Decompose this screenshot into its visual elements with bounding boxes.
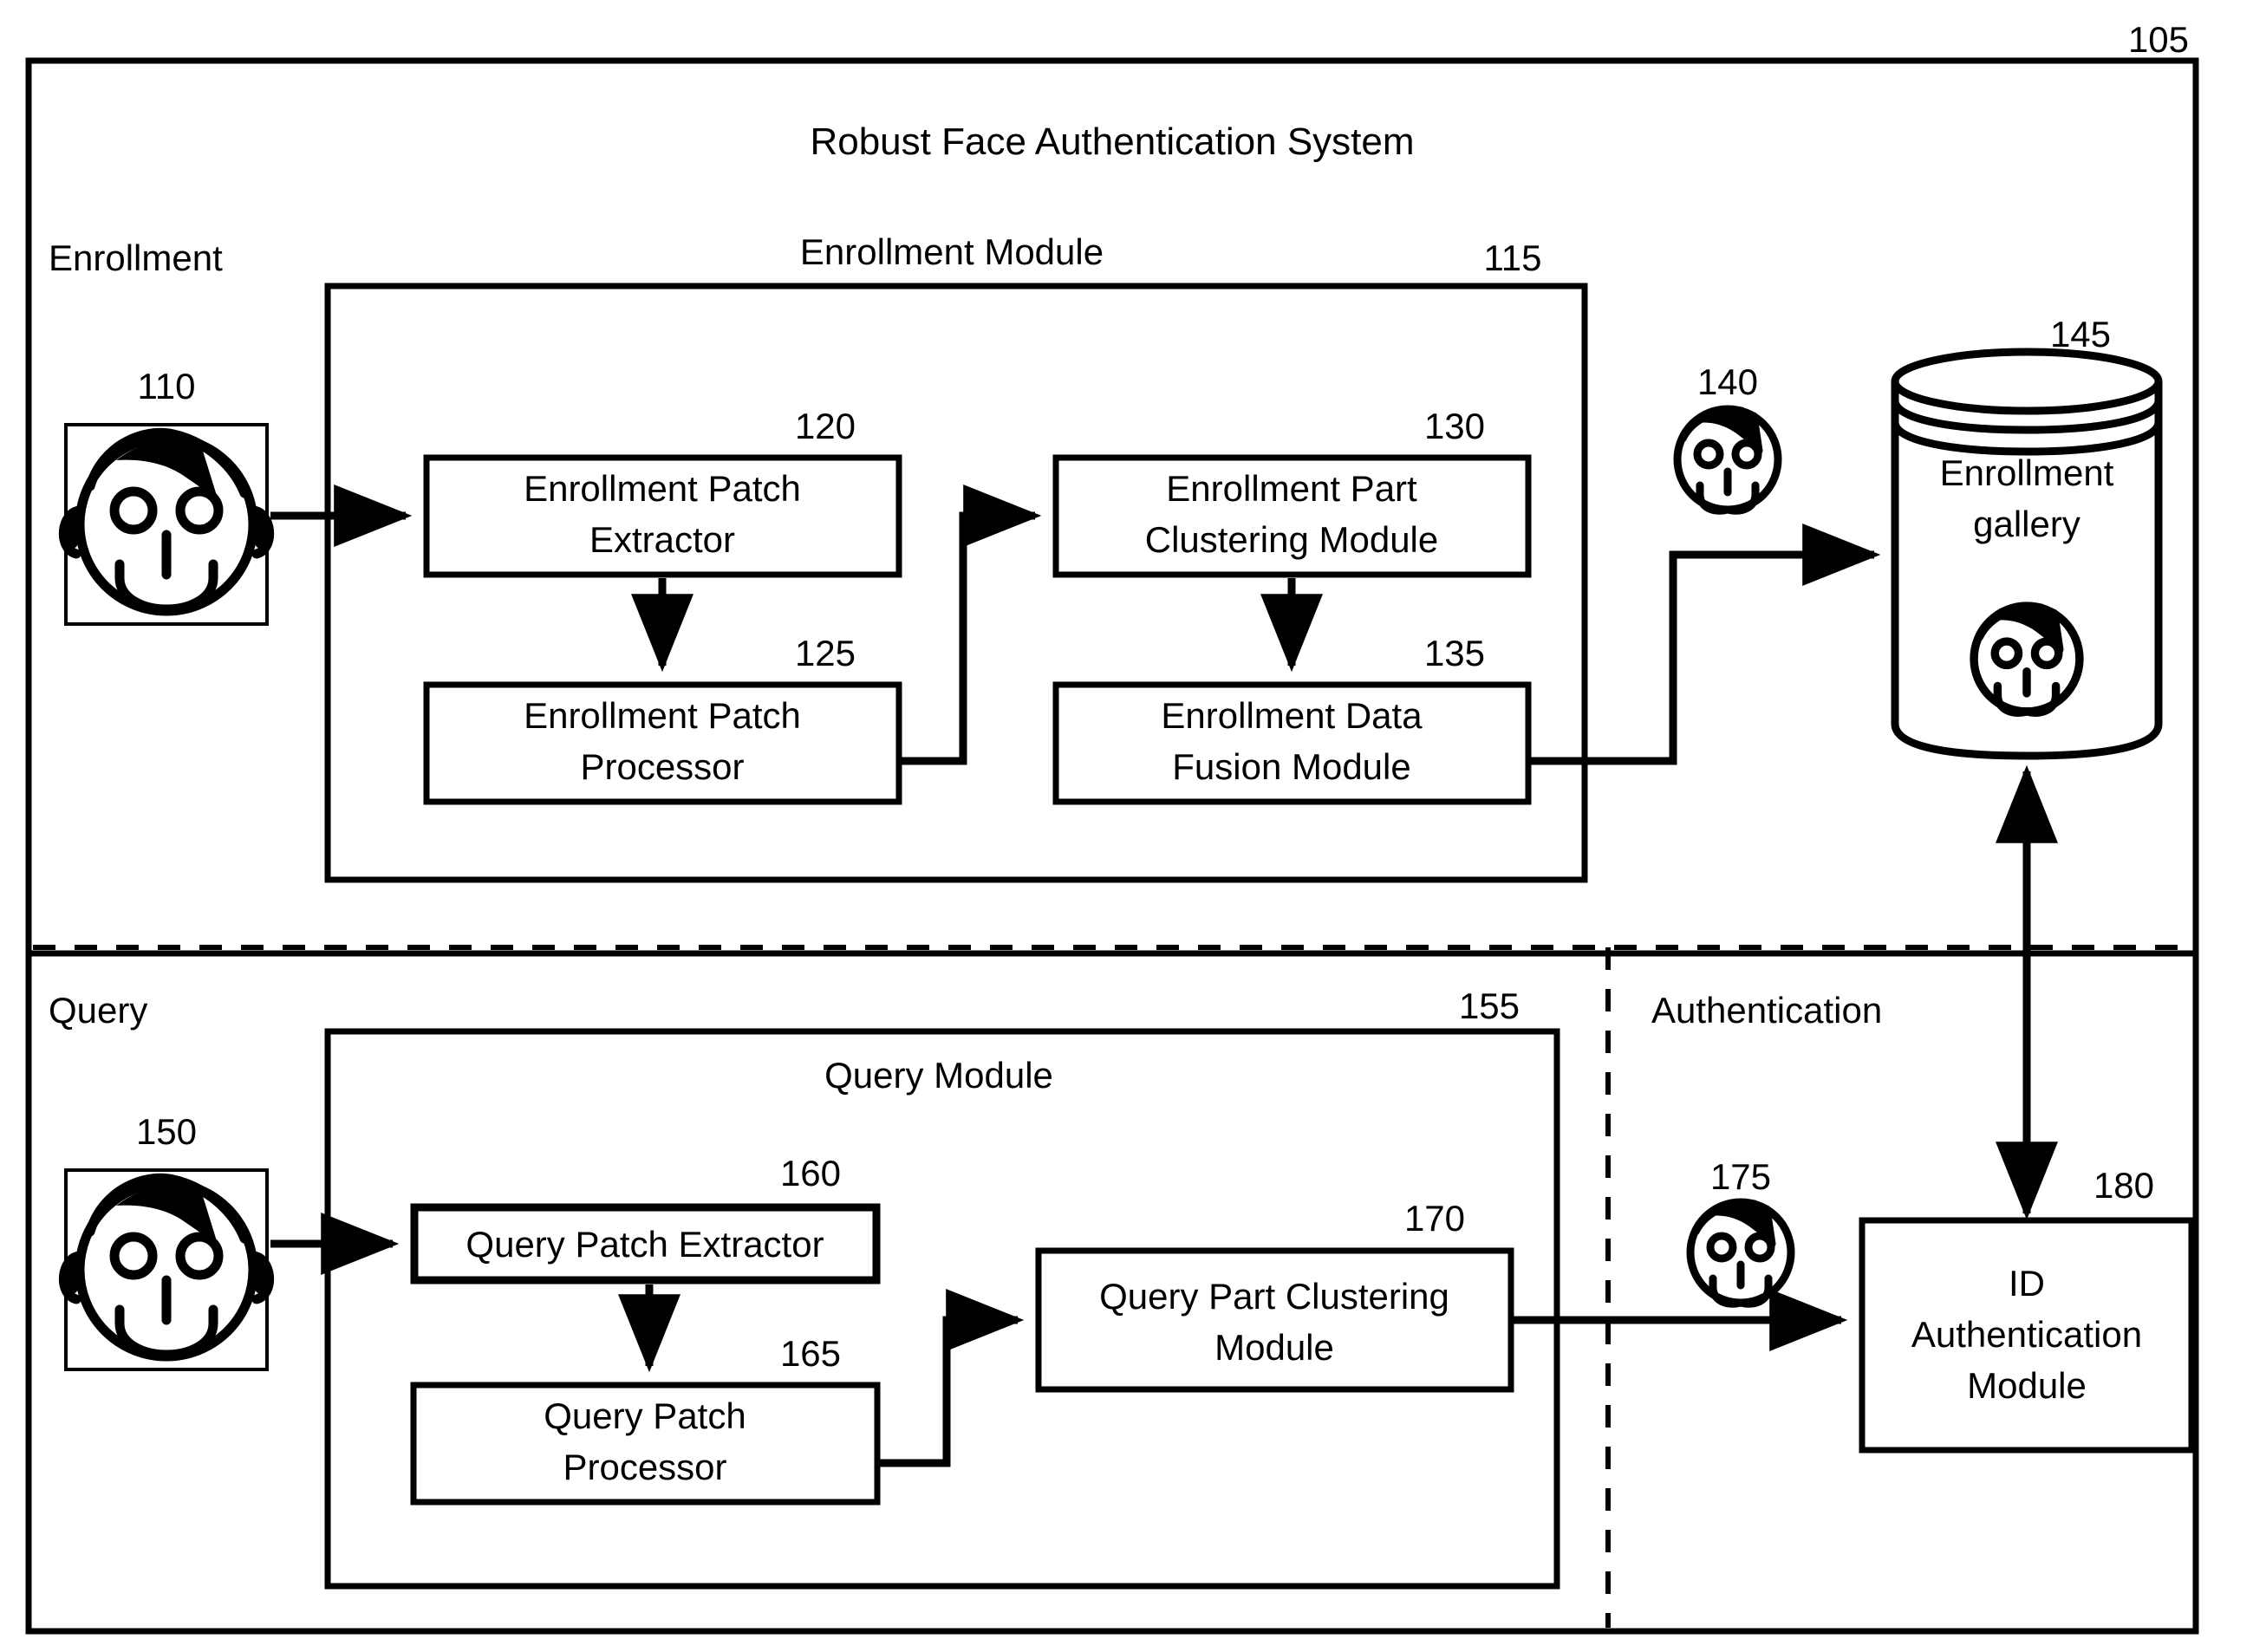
gallery-label-line1: Enrollment [1940,452,2114,493]
label-query-patch-processor-line1: Query Patch [544,1395,746,1436]
label-enrollment-patch-processor-line1: Enrollment Patch [524,695,801,736]
query-module-title: Query Module [824,1055,1053,1096]
label-query-patch-extractor: Query Patch Extractor [466,1224,824,1265]
label-id-auth-line1: ID [2009,1263,2045,1304]
label-enrollment-patch-processor-line2: Processor [580,746,744,787]
block-query-part-clustering-module[interactable] [1035,1247,1514,1393]
ref-105: 105 [2128,19,2189,60]
ref-175: 175 [1710,1156,1771,1197]
system-block-diagram: 105 Robust Face Authentication System En… [25,19,2199,1635]
ref-140: 140 [1697,361,1758,402]
ref-115: 115 [1484,237,1542,278]
enrollment-output-face-icon [1677,409,1778,511]
label-query-part-clustering-line1: Query Part Clustering [1099,1276,1449,1317]
ref-145: 145 [2050,314,2111,354]
ref-130: 130 [1424,406,1485,446]
enrollment-module-title: Enrollment Module [800,231,1104,272]
ref-160: 160 [780,1153,841,1193]
ref-180: 180 [2093,1165,2154,1206]
ref-165: 165 [780,1333,841,1374]
label-query-part-clustering-line2: Module [1214,1327,1334,1368]
query-output-face-icon [1690,1202,1791,1304]
patent-figure-canvas: 105 Robust Face Authentication System En… [0,0,2266,1652]
query-section-label: Query [49,990,147,1031]
label-enrollment-patch-extractor-line1: Enrollment Patch [524,468,801,509]
label-id-auth-line3: Module [1967,1365,2087,1406]
label-enrollment-part-clustering-line2: Clustering Module [1145,519,1439,560]
label-query-patch-processor-line2: Processor [563,1447,726,1487]
label-enrollment-data-fusion-line1: Enrollment Data [1161,695,1423,736]
label-enrollment-data-fusion-line2: Fusion Module [1172,746,1410,787]
gallery-stored-face-icon [1974,606,2080,712]
enrollment-section-label: Enrollment [49,237,223,278]
ref-135: 135 [1424,633,1485,673]
ref-155: 155 [1459,985,1520,1026]
authentication-section-label: Authentication [1651,990,1882,1031]
label-enrollment-patch-extractor-line2: Extractor [589,519,735,560]
ref-120: 120 [795,406,856,446]
ref-125: 125 [795,633,856,673]
arrow-processor-to-part-clustering [899,485,1042,765]
ref-110: 110 [138,366,196,406]
ref-170: 170 [1404,1198,1465,1239]
label-id-auth-line2: Authentication [1911,1314,2142,1355]
label-enrollment-part-clustering-line1: Enrollment Part [1166,468,1417,509]
system-title: Robust Face Authentication System [810,120,1414,163]
ref-150: 150 [136,1111,197,1152]
gallery-label-line2: gallery [1973,504,2080,544]
arrow-data-fusion-to-gallery [1528,524,1881,765]
arrow-query-processor-to-part-clustering [877,1289,1025,1467]
